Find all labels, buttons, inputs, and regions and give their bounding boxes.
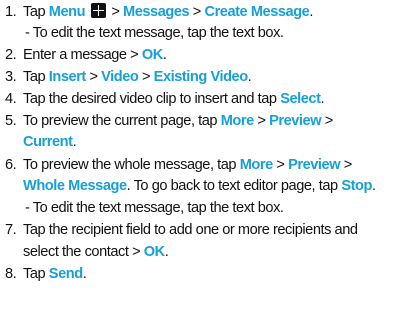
keyword-more: More <box>239 157 274 173</box>
keyword-create-message: Create Message <box>204 4 310 20</box>
instruction-list: 1. Tap Menu > Messages > Create Message.… <box>0 0 418 312</box>
keyword-send: Send <box>48 266 83 282</box>
keyword-existing-video: Existing Video <box>153 69 248 85</box>
step-6: 6. To preview the whole message, tap Mor… <box>0 155 418 175</box>
step-number: 6. <box>5 157 17 173</box>
step-text: Tap the recipient field to add one or mo… <box>23 222 358 238</box>
step-number: 3. <box>5 69 17 85</box>
keyword-ok: OK <box>141 47 163 63</box>
step-text: Tap Insert > Video > Existing Video. <box>23 69 252 85</box>
keyword-select: Select <box>280 91 321 107</box>
step-6-note: - To edit the text message, tap the text… <box>25 200 284 216</box>
step-text: Tap Menu > Messages > Create Message. <box>23 3 313 20</box>
keyword-current: Current <box>23 134 73 150</box>
step-3: 3. Tap Insert > Video > Existing Video. <box>0 67 418 87</box>
keyword-insert: Insert <box>48 69 86 85</box>
step-text: To preview the current page, tap More > … <box>23 113 333 129</box>
step-number: 1. <box>5 4 17 20</box>
step-6-cont: Whole Message. To go back to text editor… <box>23 178 376 194</box>
keyword-whole-message: Whole Message <box>23 178 127 194</box>
step-number: 8. <box>5 266 17 282</box>
step-7: 7. Tap the recipient field to add one or… <box>0 220 418 240</box>
keyword-stop: Stop <box>341 178 372 194</box>
keyword-video: Video <box>101 69 139 85</box>
grid-menu-icon <box>90 3 106 18</box>
step-7-cont: select the contact > OK. <box>23 244 169 260</box>
keyword-more: More <box>220 113 255 129</box>
step-text: To preview the whole message, tap More >… <box>23 157 352 173</box>
step-1: 1. Tap Menu > Messages > Create Message. <box>0 2 418 22</box>
keyword-preview: Preview <box>288 157 341 173</box>
step-number: 7. <box>5 222 17 238</box>
keyword-ok: OK <box>143 244 165 260</box>
step-2: 2. Enter a message > OK. <box>0 45 418 65</box>
keyword-menu: Menu <box>48 4 86 20</box>
step-5: 5. To preview the current page, tap More… <box>0 111 418 131</box>
step-number: 2. <box>5 47 17 63</box>
step-text: Tap Send. <box>23 266 87 282</box>
keyword-preview: Preview <box>269 113 322 129</box>
step-4: 4. Tap the desired video clip to insert … <box>0 89 418 109</box>
step-number: 4. <box>5 91 17 107</box>
step-text: Tap the desired video clip to insert and… <box>23 91 325 107</box>
step-8: 8. Tap Send. <box>0 264 418 284</box>
step-5-cont: Current. <box>23 134 77 150</box>
step-number: 5. <box>5 113 17 129</box>
step-1-note: - To edit the text message, tap the text… <box>25 25 284 41</box>
step-text: Enter a message > OK. <box>23 47 167 63</box>
keyword-messages: Messages <box>123 4 190 20</box>
